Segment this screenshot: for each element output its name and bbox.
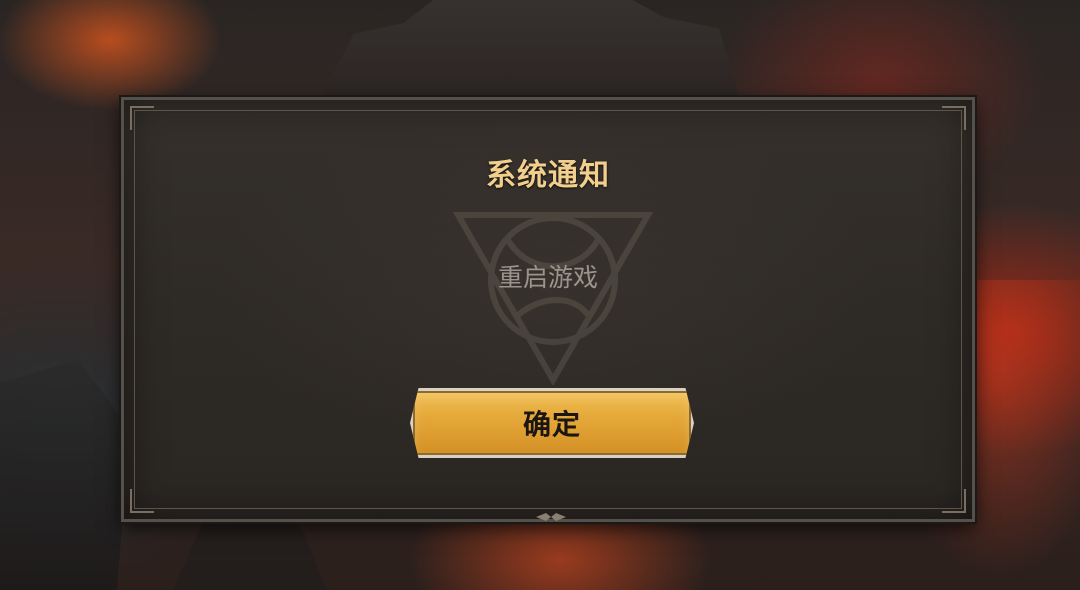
frame-corner-ornament — [942, 489, 966, 513]
confirm-button-label: 确定 — [522, 408, 581, 441]
dialog-title: 系统通知 — [486, 158, 610, 193]
frame-corner-ornament — [942, 106, 966, 130]
confirm-button[interactable]: 确定 — [410, 388, 694, 458]
game-background: 系统通知 重启游戏 确定 — [0, 0, 1080, 590]
frame-corner-ornament — [130, 106, 154, 130]
dialog-message: 重启游戏 — [497, 263, 598, 292]
system-notice-dialog: 系统通知 重启游戏 确定 — [121, 97, 975, 522]
background-mech-left — [0, 360, 130, 590]
ornament-icon — [536, 513, 566, 521]
frame-corner-ornament — [130, 489, 154, 513]
background-mech-top — [320, 0, 740, 100]
